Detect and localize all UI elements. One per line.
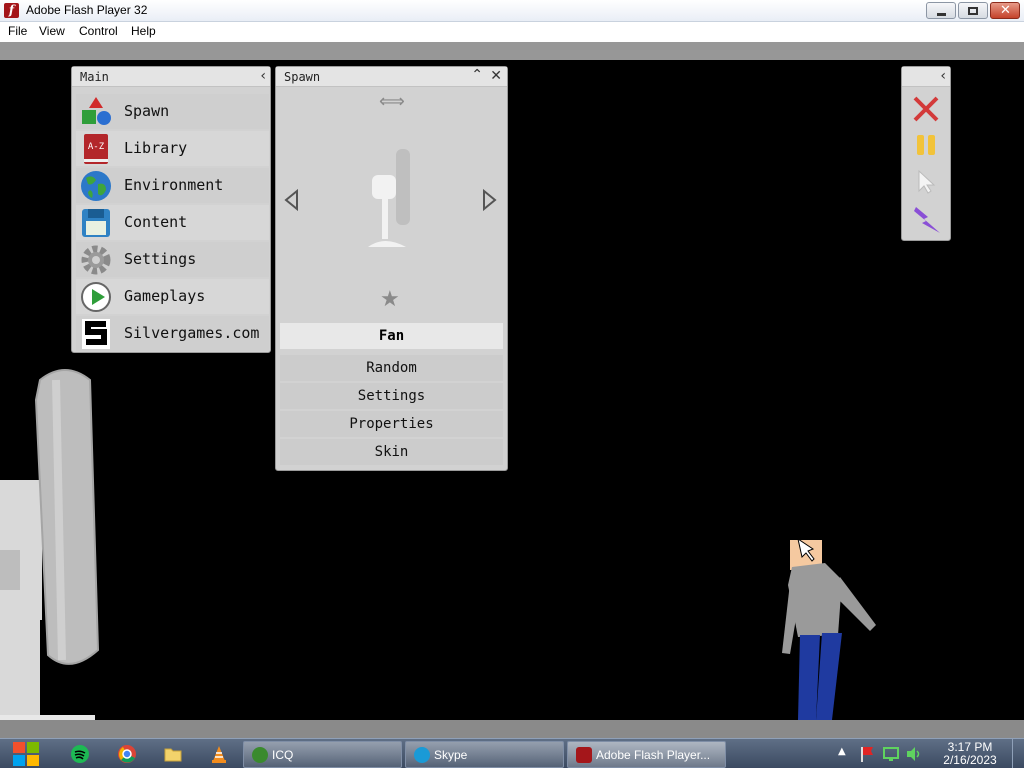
close-icon: ✕ [1000,3,1011,18]
main-panel-header: Main ‹ [72,67,270,87]
main-item-content[interactable]: Content [76,205,269,240]
windows-start-icon[interactable] [10,739,42,768]
system-clock[interactable]: 3:17 PM 2/16/2023 [934,741,1006,767]
shapes-icon [82,97,111,125]
network-icon[interactable] [882,745,900,763]
minimize-icon [937,13,946,16]
chrome-icon[interactable] [117,744,137,764]
main-item-label: Content [124,213,188,231]
tools-panel: ‹ [901,66,951,241]
menu-help[interactable]: Help [131,24,156,38]
main-item-gameplays[interactable]: Gameplays [76,279,269,314]
main-item-label: Spawn [124,102,170,120]
minimize-chevron-icon[interactable]: ⌃ [471,67,483,83]
taskbar-task-flash-player[interactable]: Adobe Flash Player... [567,741,726,768]
main-item-environment[interactable]: Environment [76,168,269,203]
vlc-icon[interactable] [209,744,229,764]
lightning-icon[interactable] [912,205,942,235]
task-label: Skype [434,748,468,762]
taskbar: ICQ Skype Adobe Flash Player... ▲ 3:17 P… [0,738,1024,768]
minimize-button[interactable] [926,2,956,19]
close-panel-icon[interactable]: ✕ [490,68,502,84]
play-icon [81,282,111,312]
action-center-flag-icon[interactable] [858,745,876,763]
main-item-label: Library [124,139,188,157]
show-hidden-icons-icon[interactable]: ▲ [838,746,846,757]
main-item-label: Environment [124,176,224,194]
flash-player-icon [576,747,592,763]
menu-file[interactable]: File [8,24,27,38]
task-label: ICQ [272,748,294,762]
spawn-option-skin[interactable]: Skin [280,439,503,465]
swap-arrow-icon[interactable]: ⟺ [379,91,405,112]
spawn-panel: Spawn ⌃ ✕ ⟺ ★ Fan Random Settings Proper… [275,66,508,471]
taskbar-task-icq[interactable]: ICQ [243,741,402,768]
svg-text:A-Z: A-Z [88,142,105,152]
delete-x-icon[interactable] [912,95,940,123]
window-titlebar: f Adobe Flash Player 32 ✕ [0,0,1024,22]
silvergames-logo-icon [82,319,110,349]
pause-icon[interactable] [914,133,938,157]
menu-view[interactable]: View [39,24,65,38]
collapse-chevron-icon[interactable]: ‹ [940,68,946,84]
main-item-settings[interactable]: Settings [76,242,269,277]
tools-panel-header: ‹ [902,67,950,87]
spawn-panel-header: Spawn ⌃ ✕ [276,67,507,87]
main-panel-title: Main [80,70,109,84]
selected-item-name: Fan [280,323,503,349]
collapse-chevron-icon[interactable]: ‹ [260,68,266,84]
library-book-icon: A-Z [84,134,108,164]
task-label: Adobe Flash Player... [596,748,711,762]
close-button[interactable]: ✕ [990,2,1020,19]
main-item-silvergames[interactable]: Silvergames.com [76,316,269,351]
main-panel: Main ‹ Spawn A-Z Library Environment Con… [71,66,271,353]
menu-bar: File View Control Help [0,22,1024,42]
window-title: Adobe Flash Player 32 [26,3,148,17]
taskbar-task-skype[interactable]: Skype [405,741,564,768]
skype-icon [414,747,430,763]
floppy-disk-icon [82,209,110,237]
previous-arrow-icon[interactable] [284,189,300,211]
main-item-label: Silvergames.com [124,324,260,342]
clock-date: 2/16/2023 [943,753,997,767]
spawn-option-settings[interactable]: Settings [280,383,503,409]
globe-icon [81,171,111,201]
main-item-label: Settings [124,250,197,268]
menu-control[interactable]: Control [79,24,118,38]
restore-icon [968,7,978,15]
restore-button[interactable] [958,2,988,19]
spawn-option-properties[interactable]: Properties [280,411,503,437]
gear-icon [81,245,111,275]
next-arrow-icon[interactable] [481,189,497,211]
main-item-label: Gameplays [124,287,206,305]
main-item-library[interactable]: A-Z Library [76,131,269,166]
main-item-spawn[interactable]: Spawn [76,94,269,129]
flash-player-icon: f [4,3,19,18]
show-desktop-button[interactable] [1012,739,1024,768]
volume-icon[interactable] [905,745,923,763]
spawn-option-random[interactable]: Random [280,355,503,381]
ragdoll-character[interactable] [770,535,885,725]
icq-icon [252,747,268,763]
game-stage[interactable]: Main ‹ Spawn A-Z Library Environment Con… [0,60,1024,738]
cursor-icon[interactable] [916,169,938,195]
favorite-star-icon[interactable]: ★ [380,287,400,312]
fan-preview-icon [368,149,410,247]
fan-object[interactable] [0,360,110,738]
spotify-icon[interactable] [70,744,90,764]
spawn-panel-title: Spawn [284,70,321,84]
floor [0,720,1024,738]
folder-icon[interactable] [163,744,183,764]
stage-top-border [0,42,1024,60]
